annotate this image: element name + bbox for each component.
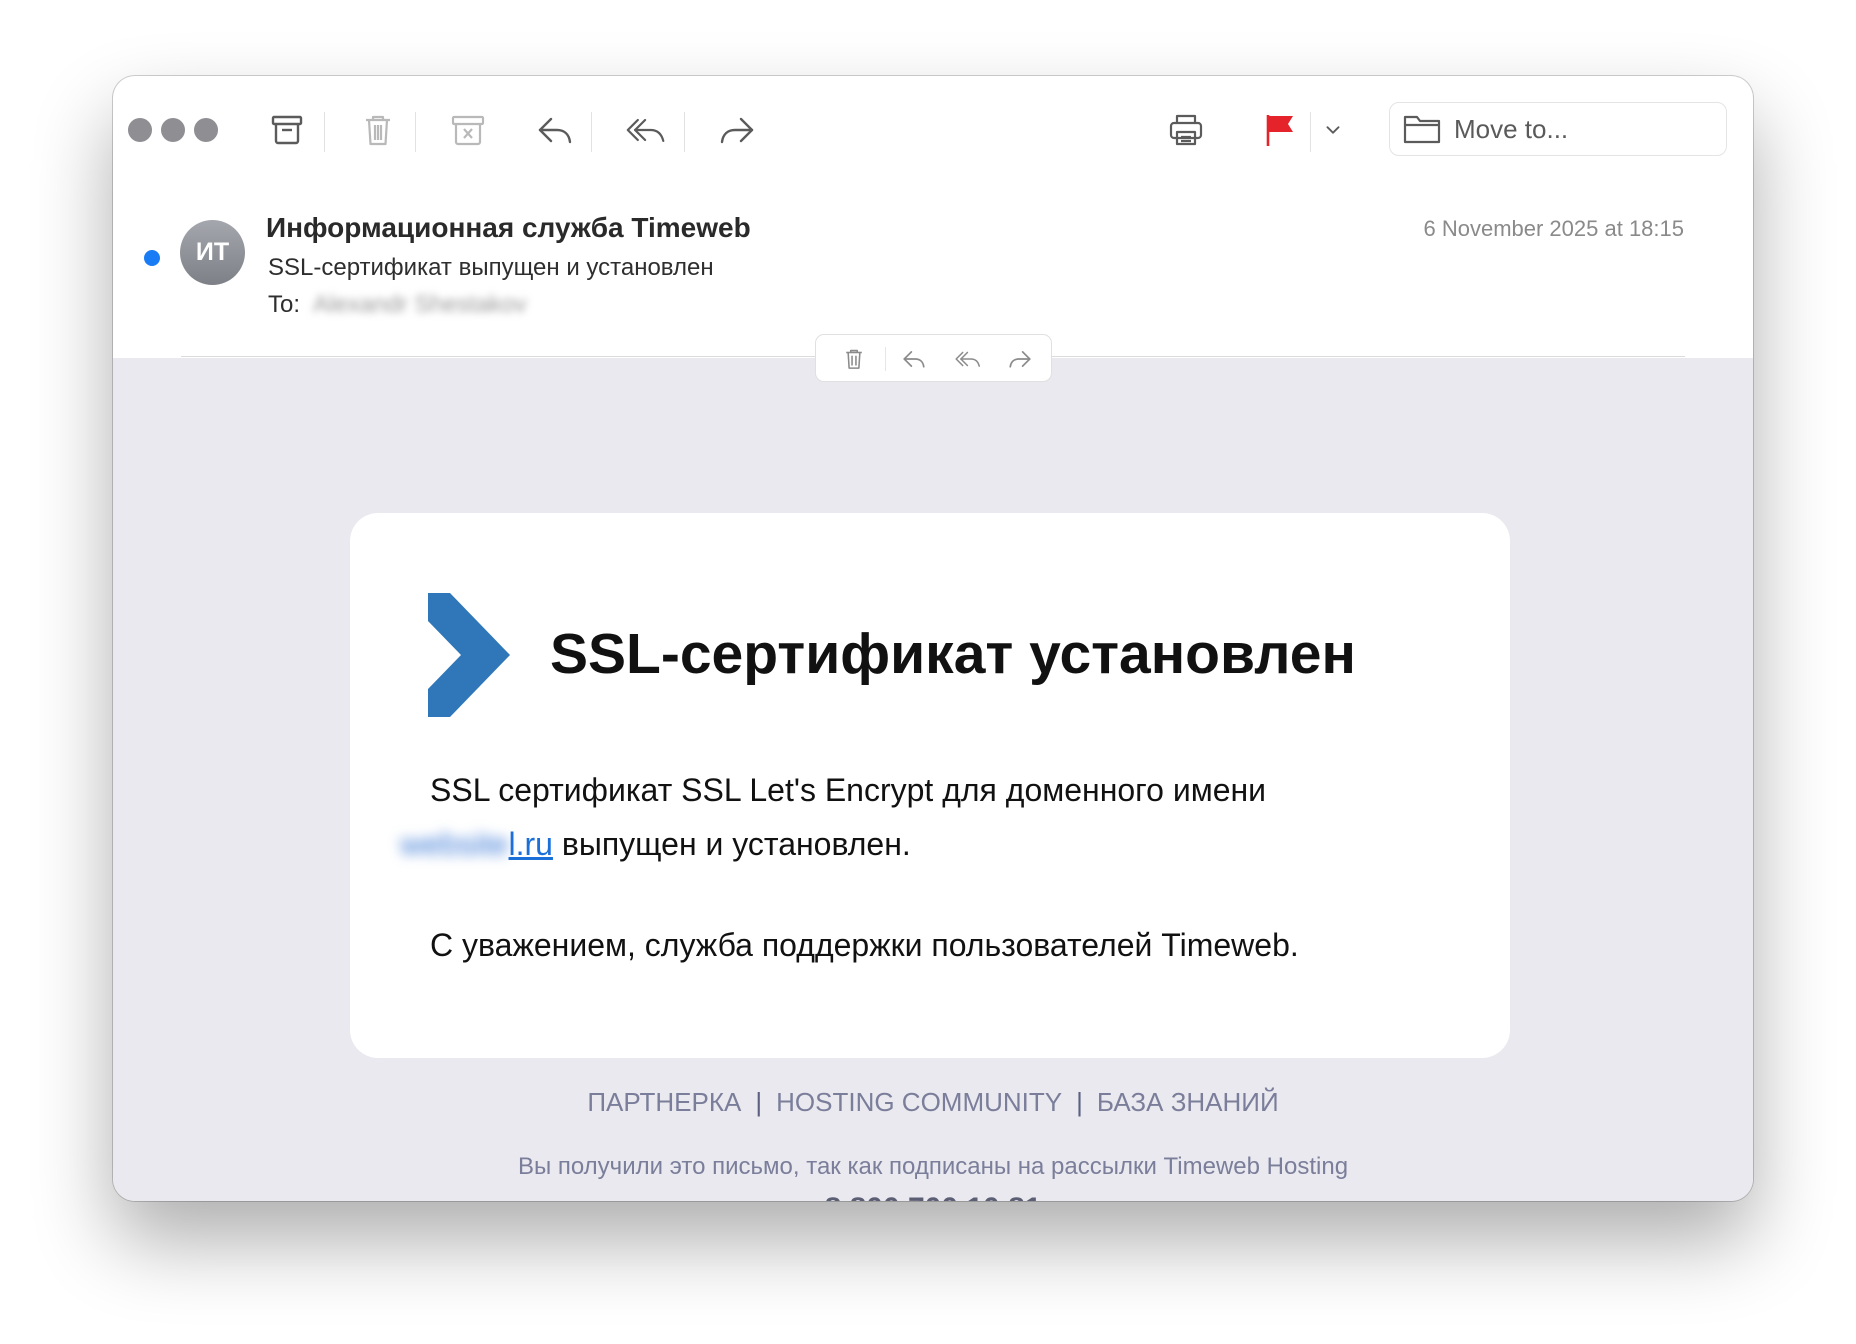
sender-name[interactable]: Информационная служба Timeweb — [266, 212, 751, 244]
reply-button[interactable] — [527, 102, 583, 158]
junk-button[interactable] — [440, 102, 496, 158]
hover-action-bar — [815, 334, 1052, 382]
timeweb-logo-icon — [428, 593, 510, 717]
minimize-window-button[interactable] — [161, 118, 185, 142]
domain-redacted: website — [400, 826, 509, 862]
reply-icon — [903, 351, 925, 368]
footer-phone: 8 800 700 10 81 — [113, 1192, 1753, 1201]
footer-link-partner[interactable]: ПАРТНЕРКА — [587, 1087, 741, 1117]
junk-icon — [451, 115, 485, 146]
notification-card: SSL-сертификат установлен SSL сертификат… — [350, 513, 1510, 1058]
message-subject: SSL-сертификат выпущен и установлен — [268, 254, 714, 281]
reply-all-icon — [955, 351, 980, 367]
domain-link[interactable]: l.ru — [509, 826, 553, 862]
hover-reply-button[interactable] — [898, 343, 930, 375]
message-date: 6 November 2025 at 18:15 — [1423, 216, 1684, 241]
recipient-name[interactable]: Alexandr Shestakov — [313, 291, 526, 319]
print-icon — [1169, 114, 1203, 146]
unread-indicator[interactable] — [144, 250, 160, 266]
notification-line-1: SSL сертификат SSL Let's Encrypt для дом… — [430, 772, 1267, 808]
trash-icon — [366, 115, 390, 146]
footer-separator: | — [1076, 1087, 1083, 1117]
footer-link-knowledge-base[interactable]: БАЗА ЗНАНИЙ — [1097, 1087, 1279, 1117]
chevron-down-icon — [1326, 126, 1340, 134]
archive-icon — [271, 115, 303, 145]
footer-note: Вы получили это письмо, так как подписан… — [517, 1153, 1349, 1180]
print-button[interactable] — [1158, 102, 1214, 158]
hover-forward-button[interactable] — [1004, 343, 1036, 375]
footer-link-community[interactable]: HOSTING COMMUNITY — [776, 1087, 1062, 1117]
forward-icon — [720, 117, 754, 144]
delete-button[interactable] — [350, 102, 406, 158]
signature: С уважением, служба поддержки пользовате… — [430, 927, 1299, 963]
forward-button[interactable] — [709, 102, 765, 158]
card-title: SSL-сертификат установлен — [550, 622, 1356, 686]
reply-all-button[interactable] — [618, 102, 674, 158]
notification-line-2: выпущен и установлен. — [552, 826, 911, 862]
reply-icon — [538, 117, 572, 144]
message-body: SSL-сертификат установлен SSL сертификат… — [113, 358, 1753, 1201]
zoom-window-button[interactable] — [194, 118, 218, 142]
flag-icon — [1266, 115, 1293, 146]
mail-window: Move to... ИТ Информационная служба Time… — [113, 76, 1753, 1201]
forward-icon — [1009, 351, 1031, 368]
move-to-button[interactable]: Move to... — [1389, 102, 1727, 156]
to-label: To: — [268, 291, 301, 318]
archive-button[interactable] — [259, 102, 315, 158]
flag-menu-button[interactable] — [1318, 102, 1348, 158]
hover-delete-button[interactable] — [838, 343, 870, 375]
reply-all-icon — [626, 118, 665, 142]
trash-icon — [846, 349, 862, 369]
flag-button[interactable] — [1251, 102, 1307, 158]
close-window-button[interactable] — [128, 118, 152, 142]
hover-reply-all-button[interactable] — [952, 343, 984, 375]
move-to-label: Move to... — [1454, 113, 1569, 144]
toolbar: Move to... — [113, 76, 1753, 180]
notification-text: SSL сертификат SSL Let's Encrypt для дом… — [400, 763, 1430, 871]
folder-icon — [1403, 115, 1441, 144]
footer-links: ПАРТНЕРКА | HOSTING COMMUNITY | БАЗА ЗНАНИЙ — [113, 1087, 1753, 1118]
message-header: ИТ Информационная служба Timeweb SSL-сер… — [113, 180, 1753, 358]
avatar: ИТ — [180, 220, 245, 285]
footer-separator: | — [755, 1087, 763, 1117]
